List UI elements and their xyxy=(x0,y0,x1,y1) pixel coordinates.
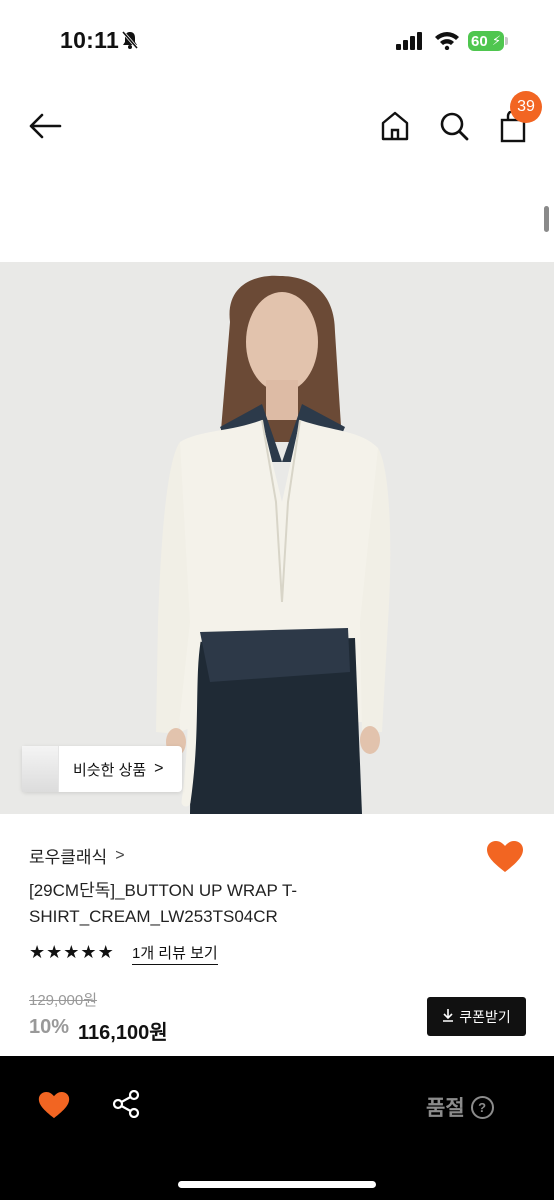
brand-name: 로우클래식 xyxy=(29,848,108,867)
similar-products-button[interactable]: 비슷한 상품 > xyxy=(22,746,182,792)
sale-price: 116,100원 xyxy=(78,1022,168,1044)
rating-stars: ★ ★ ★ ★ ★ xyxy=(29,942,114,963)
star-icon: ★ xyxy=(63,942,80,962)
wishlist-heart-icon[interactable] xyxy=(486,840,524,874)
home-icon[interactable] xyxy=(378,108,412,144)
charging-bolt-icon: ⚡ xyxy=(492,33,502,48)
scroll-indicator xyxy=(544,206,549,232)
original-price: 129,000원 xyxy=(29,992,98,1009)
sold-out-label: 품절 xyxy=(426,1097,465,1120)
cellular-signal-icon xyxy=(396,32,424,55)
product-title: [29CM단독]_BUTTON UP WRAP T-SHIRT_CREAM_LW… xyxy=(29,881,298,926)
star-icon: ★ xyxy=(46,942,63,962)
similar-products-thumbnail xyxy=(22,746,59,792)
home-indicator xyxy=(178,1181,376,1188)
star-icon: ★ xyxy=(29,942,46,962)
silent-bell-icon xyxy=(120,30,140,55)
search-icon[interactable] xyxy=(436,108,472,144)
model-photo-illustration xyxy=(0,262,554,814)
share-icon[interactable] xyxy=(110,1088,142,1120)
reviews-link[interactable]: 1개 리뷰 보기 xyxy=(132,942,218,965)
bottom-action-bar xyxy=(0,1056,554,1200)
star-icon: ★ xyxy=(80,942,97,962)
discount-rate: 10% xyxy=(29,1016,70,1038)
chevron-right-icon: > xyxy=(115,846,125,864)
help-icon[interactable]: ? xyxy=(470,1095,494,1119)
battery-tip xyxy=(505,37,508,45)
coupon-button[interactable]: 쿠폰받기 xyxy=(427,997,526,1036)
battery-level: 60 xyxy=(471,32,488,50)
status-bar: 10:11 60 ⚡ xyxy=(0,0,554,80)
star-icon: ★ xyxy=(97,942,114,962)
wifi-icon xyxy=(434,30,460,55)
sold-out-status: 품절 ? xyxy=(426,1092,494,1122)
brand-link[interactable]: 로우클래식 > xyxy=(29,843,125,868)
cart-count-badge: 39 xyxy=(510,91,542,123)
product-image[interactable] xyxy=(0,262,554,814)
download-icon xyxy=(442,1008,454,1025)
wishlist-heart-icon[interactable] xyxy=(36,1088,72,1122)
status-time: 10:11 xyxy=(60,27,120,53)
back-arrow-icon[interactable] xyxy=(26,108,64,144)
chevron-right-icon: > xyxy=(154,760,164,777)
coupon-label: 쿠폰받기 xyxy=(459,1008,511,1025)
similar-products-label: 비슷한 상품 xyxy=(73,761,147,779)
